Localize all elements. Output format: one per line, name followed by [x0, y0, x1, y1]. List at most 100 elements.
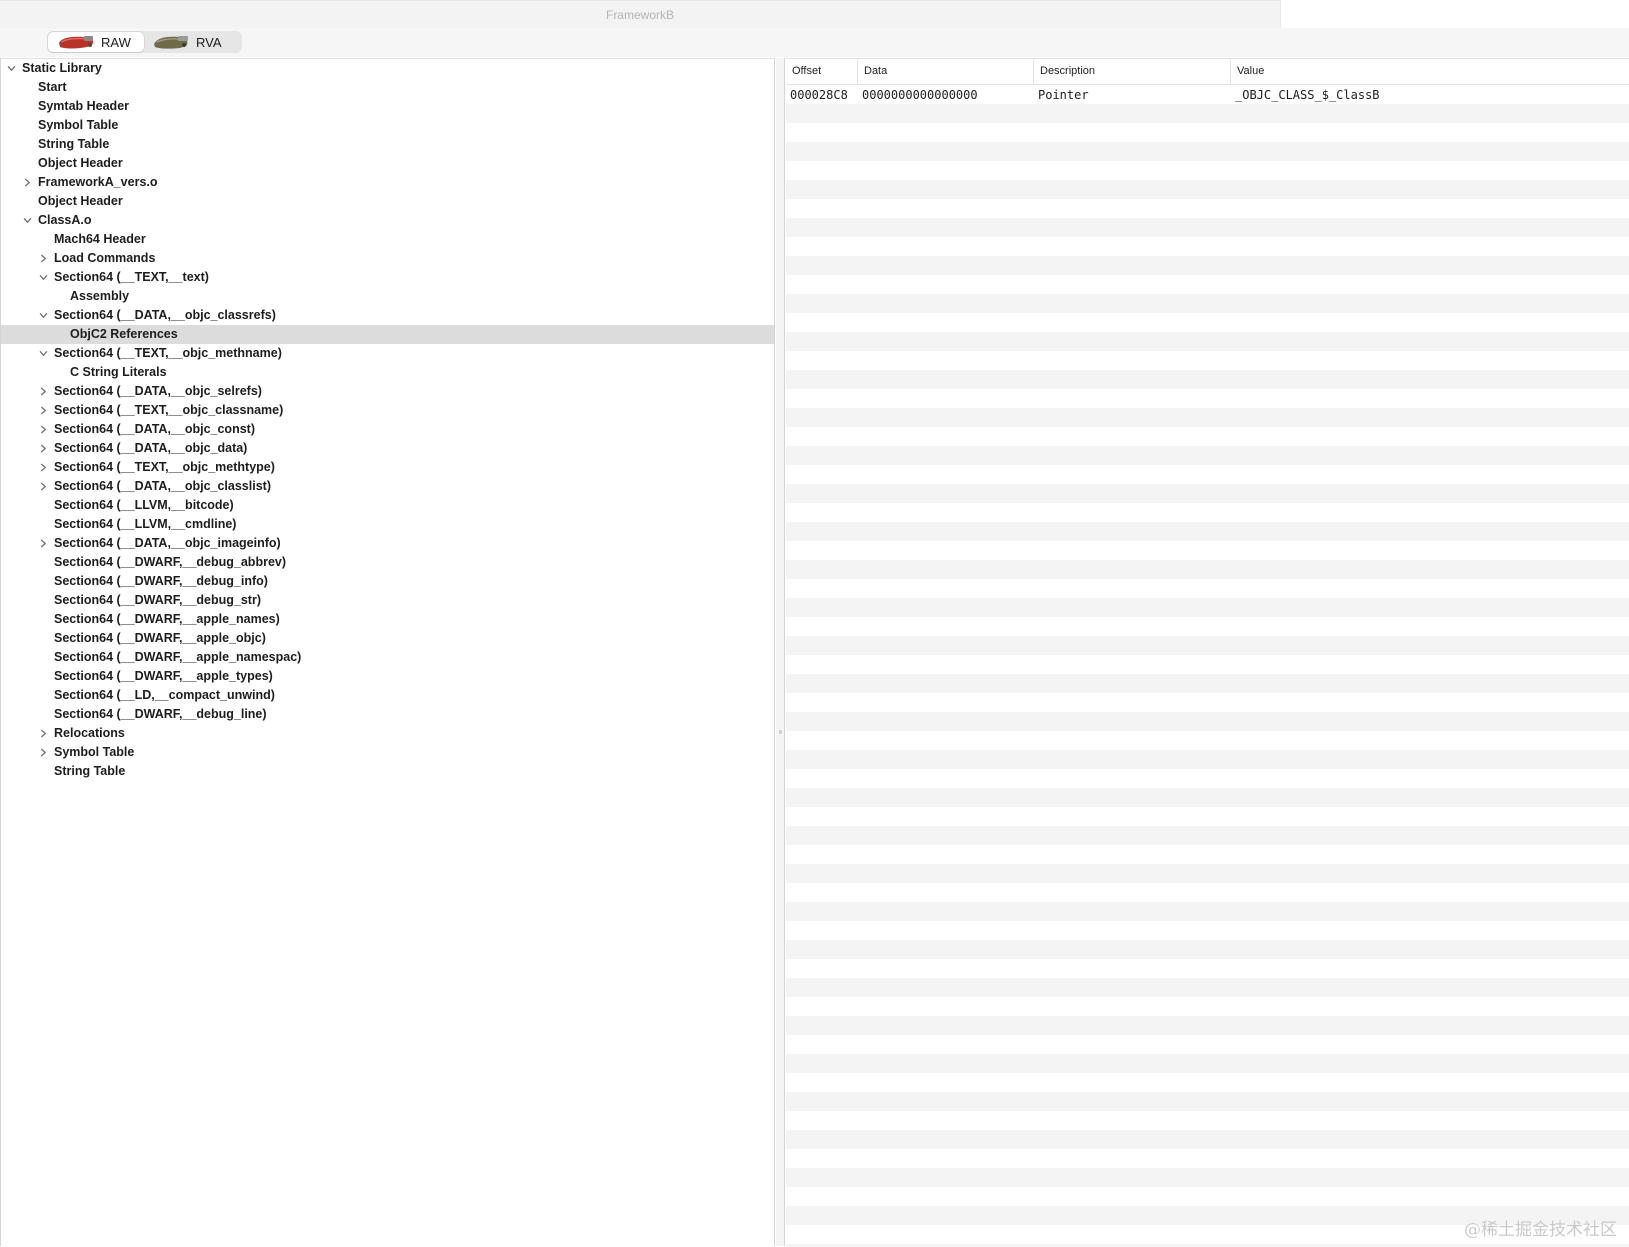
tree-row-label: Section64 (__DWARF,__apple_namespac)	[54, 650, 302, 664]
disclosure-collapsed-icon[interactable]	[37, 249, 49, 268]
column-header-description[interactable]: Description	[1034, 59, 1231, 84]
disclosure-expanded-icon[interactable]	[37, 268, 49, 287]
tree-row[interactable]: Static Library	[1, 59, 774, 78]
tree-row[interactable]: Load Commands	[1, 249, 774, 268]
column-header-value[interactable]: Value	[1231, 59, 1629, 84]
tree-row[interactable]: Section64 (__TEXT,__objc_methtype)	[1, 458, 774, 477]
tree-row[interactable]: Object Header	[1, 154, 774, 173]
tree-row[interactable]: Section64 (__DWARF,__apple_names)	[1, 610, 774, 629]
tree-row[interactable]: Relocations	[1, 724, 774, 743]
detail-table-pane[interactable]: Offset Data Description Value 000028C8 00…	[786, 58, 1629, 1247]
tree-row-label: Section64 (__TEXT,__objc_classname)	[54, 403, 284, 417]
tree-row[interactable]: Symbol Table	[1, 743, 774, 762]
tree-row-label: Section64 (__DATA,__objc_classrefs)	[54, 308, 276, 322]
view-mode-segmented-control: RAW RVA	[47, 31, 242, 53]
tree-row[interactable]: Section64 (__DATA,__objc_classrefs)	[1, 306, 774, 325]
tree-row-label: Section64 (__DWARF,__apple_names)	[54, 612, 280, 626]
tree-row[interactable]: String Table	[1, 762, 774, 781]
structure-tree: Static Library Start Symtab Header Symbol T…	[1, 59, 774, 781]
toolbar: RAW RVA	[0, 28, 1629, 57]
disclosure-collapsed-icon[interactable]	[37, 401, 49, 420]
tree-row-label: Object Header	[38, 194, 123, 208]
structure-tree-pane[interactable]: Static Library Start Symtab Header Symbol T…	[0, 58, 775, 1246]
column-header-data[interactable]: Data	[858, 59, 1034, 84]
window-titlebar[interactable]: FrameworkB	[0, 0, 1281, 29]
pane-splitter[interactable]	[776, 58, 785, 1246]
tree-row-label: Symbol Table	[38, 118, 119, 132]
disclosure-collapsed-icon[interactable]	[37, 534, 49, 553]
tree-row[interactable]: Section64 (__LD,__compact_unwind)	[1, 686, 774, 705]
tree-row[interactable]: Start	[1, 78, 774, 97]
tree-row[interactable]: Section64 (__TEXT,__objc_classname)	[1, 401, 774, 420]
disclosure-collapsed-icon[interactable]	[37, 458, 49, 477]
tree-row[interactable]: Section64 (__DATA,__objc_imageinfo)	[1, 534, 774, 553]
table-header: Offset Data Description Value	[786, 59, 1629, 85]
tree-row-label: Assembly	[70, 289, 130, 303]
tree-row-label: Section64 (__DWARF,__debug_abbrev)	[54, 555, 287, 569]
tree-row-label: Section64 (__DATA,__objc_data)	[54, 441, 248, 455]
tree-row[interactable]: Section64 (__TEXT,__text)	[1, 268, 774, 287]
tree-row[interactable]: Section64 (__DWARF,__apple_namespac)	[1, 648, 774, 667]
tree-row-label: Relocations	[54, 726, 125, 740]
disclosure-collapsed-icon[interactable]	[21, 173, 33, 192]
tree-row-label: Symtab Header	[38, 99, 130, 113]
disclosure-expanded-icon[interactable]	[5, 59, 17, 78]
raw-mode-button[interactable]: RAW	[48, 32, 144, 52]
disclosure-collapsed-icon[interactable]	[37, 439, 49, 458]
tree-row[interactable]: Section64 (__DWARF,__debug_info)	[1, 572, 774, 591]
disclosure-expanded-icon[interactable]	[21, 211, 33, 230]
tree-row[interactable]: Section64 (__DWARF,__debug_abbrev)	[1, 553, 774, 572]
table-body[interactable]: 000028C8 0000000000000000 Pointer _OBJC_CLA…	[786, 85, 1629, 1247]
table-row[interactable]: 000028C8 0000000000000000 Pointer _OBJC_CLA…	[786, 86, 1629, 105]
disclosure-collapsed-icon[interactable]	[37, 743, 49, 762]
tree-row[interactable]: C String Literals	[1, 363, 774, 382]
tree-row[interactable]: Symtab Header	[1, 97, 774, 116]
column-header-offset[interactable]: Offset	[786, 59, 858, 84]
tree-row-label: Section64 (__TEXT,__text)	[54, 270, 209, 284]
tree-row-label: Section64 (__DATA,__objc_const)	[54, 422, 255, 436]
tree-row[interactable]: Section64 (__TEXT,__objc_methname)	[1, 344, 774, 363]
disclosure-expanded-icon[interactable]	[37, 344, 49, 363]
tree-row-label: Section64 (__LD,__compact_unwind)	[54, 688, 275, 702]
disclosure-collapsed-icon[interactable]	[37, 382, 49, 401]
rva-mode-button[interactable]: RVA	[144, 32, 240, 52]
tree-row-label: Section64 (__TEXT,__objc_methtype)	[54, 460, 275, 474]
tree-row-label: FrameworkA_vers.o	[38, 175, 158, 189]
tree-row-label: C String Literals	[70, 365, 167, 379]
disclosure-collapsed-icon[interactable]	[37, 477, 49, 496]
disclosure-collapsed-icon[interactable]	[37, 420, 49, 439]
tree-row[interactable]: String Table	[1, 135, 774, 154]
tree-row[interactable]: Mach64 Header	[1, 230, 774, 249]
tree-row[interactable]: Symbol Table	[1, 116, 774, 135]
tree-row[interactable]: Section64 (__LLVM,__cmdline)	[1, 515, 774, 534]
tree-row-label: Object Header	[38, 156, 123, 170]
tree-row[interactable]: Section64 (__DWARF,__apple_types)	[1, 667, 774, 686]
tree-row-selected[interactable]: ObjC2 References	[1, 325, 774, 344]
tree-row[interactable]: Section64 (__DATA,__objc_const)	[1, 420, 774, 439]
tree-row[interactable]: Section64 (__DATA,__objc_data)	[1, 439, 774, 458]
disclosure-collapsed-icon[interactable]	[37, 724, 49, 743]
splitter-grip[interactable]	[779, 730, 782, 734]
tree-row[interactable]: Object Header	[1, 192, 774, 211]
tree-row[interactable]: Section64 (__DATA,__objc_classlist)	[1, 477, 774, 496]
tree-row-label: Section64 (__DATA,__objc_imageinfo)	[54, 536, 281, 550]
tree-row-label: Load Commands	[54, 251, 156, 265]
tree-row[interactable]: Assembly	[1, 287, 774, 306]
tree-row-label: Section64 (__DATA,__objc_selrefs)	[54, 384, 262, 398]
tree-row-label: Section64 (__TEXT,__objc_methname)	[54, 346, 282, 360]
rva-mode-label: RVA	[196, 34, 222, 50]
tree-row-label: Section64 (__DWARF,__debug_info)	[54, 574, 268, 588]
tree-row[interactable]: Section64 (__DWARF,__apple_objc)	[1, 629, 774, 648]
tree-row-label: String Table	[54, 764, 126, 778]
disclosure-expanded-icon[interactable]	[37, 306, 49, 325]
tree-row-label: Start	[38, 80, 67, 94]
tree-row-label: Symbol Table	[54, 745, 135, 759]
tree-row[interactable]: Section64 (__DWARF,__debug_line)	[1, 705, 774, 724]
tree-row[interactable]: ClassA.o	[1, 211, 774, 230]
tree-row[interactable]: FrameworkA_vers.o	[1, 173, 774, 192]
tree-row[interactable]: Section64 (__DATA,__objc_selrefs)	[1, 382, 774, 401]
tree-row-label: Mach64 Header	[54, 232, 146, 246]
tree-row[interactable]: Section64 (__LLVM,__bitcode)	[1, 496, 774, 515]
tree-row[interactable]: Section64 (__DWARF,__debug_str)	[1, 591, 774, 610]
raw-tool-icon	[59, 36, 94, 49]
